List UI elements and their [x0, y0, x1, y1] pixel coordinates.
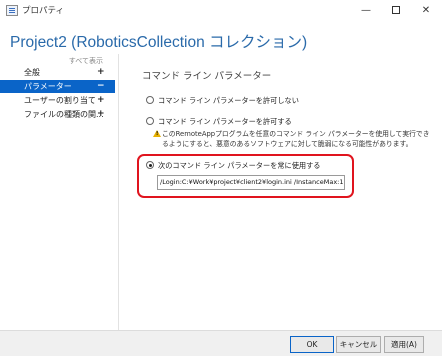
show-all-link[interactable]: すべて表示 — [69, 56, 103, 66]
properties-app-icon — [6, 5, 18, 16]
option-label: コマンド ライン パラメーターを許可する — [158, 117, 292, 126]
sidebar-item-label: 全般 — [24, 68, 40, 77]
window-title: プロパティ — [22, 6, 64, 16]
expand-icon[interactable]: + — [97, 66, 105, 79]
option-allow-any-params[interactable]: コマンド ライン パラメーターを許可する — [146, 116, 292, 128]
sidebar: すべて表示 全般 + パラメーター − ユーザーの割り当て + ファイルの種類の… — [0, 54, 115, 330]
sidebar-item-general[interactable]: 全般 + — [0, 66, 115, 79]
minimize-button[interactable]: — — [350, 0, 382, 22]
cancel-button[interactable]: キャンセル — [336, 336, 381, 353]
radio-button[interactable] — [146, 96, 154, 104]
collapse-icon[interactable]: − — [97, 80, 105, 93]
sidebar-item-user-assignment[interactable]: ユーザーの割り当て + — [0, 94, 115, 107]
radio-button-selected[interactable] — [146, 161, 154, 169]
close-button[interactable]: ✕ — [410, 0, 442, 22]
title-bar: プロパティ — ✕ — [0, 0, 442, 22]
sidebar-item-label: パラメーター — [24, 82, 72, 91]
sidebar-item-parameters[interactable]: パラメーター − — [0, 80, 115, 93]
maximize-icon — [392, 6, 400, 14]
page-title: Project2 (RoboticsCollection コレクション) — [10, 34, 308, 51]
apply-button[interactable]: 適用(A) — [384, 336, 424, 353]
warning-message: このRemoteAppプログラムを任意のコマンド ライン パラメーターを使用して… — [153, 129, 432, 149]
panel-divider — [118, 54, 119, 330]
expand-icon[interactable]: + — [97, 94, 105, 107]
command-line-parameters-input[interactable]: /Login:C:¥Work¥project¥client2¥login.ini… — [157, 175, 345, 190]
option-disallow-params[interactable]: コマンド ライン パラメーターを許可しない — [146, 95, 299, 107]
sidebar-item-label: ファイルの種類の関... — [24, 110, 104, 119]
option-always-use-params[interactable]: 次のコマンド ライン パラメーターを常に使用する — [146, 160, 320, 172]
sidebar-item-file-types[interactable]: ファイルの種類の関... + — [0, 108, 115, 121]
sidebar-item-label: ユーザーの割り当て — [24, 96, 96, 105]
warning-text: このRemoteAppプログラムを任意のコマンド ライン パラメーターを使用して… — [162, 130, 430, 148]
dialog-footer: OK キャンセル 適用(A) — [0, 330, 442, 356]
option-label: コマンド ライン パラメーターを許可しない — [158, 96, 299, 105]
warning-icon — [153, 130, 161, 137]
radio-button[interactable] — [146, 117, 154, 125]
ok-button[interactable]: OK — [290, 336, 334, 353]
section-title: コマンド ライン パラメーター — [142, 71, 272, 82]
option-label: 次のコマンド ライン パラメーターを常に使用する — [158, 161, 321, 170]
expand-icon[interactable]: + — [97, 108, 105, 121]
maximize-button[interactable] — [380, 0, 412, 22]
